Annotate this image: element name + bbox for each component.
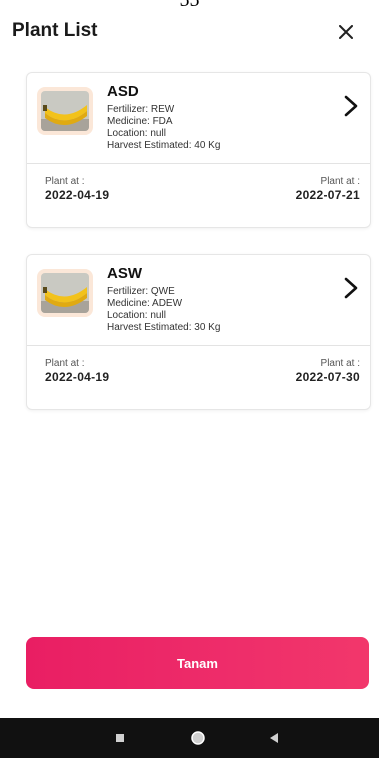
plant-at-label: Plant at : [320, 176, 360, 187]
plant-harvest: Harvest Estimated: 40 Kg [107, 140, 221, 151]
plant-at-date: 2022-04-19 [45, 188, 110, 202]
plant-at-label: Plant at : [320, 358, 360, 369]
divider [27, 345, 370, 346]
plant-at-date: 2022-07-21 [295, 188, 360, 202]
close-icon [339, 25, 353, 39]
banana-image [41, 91, 89, 131]
close-button[interactable] [335, 20, 357, 44]
header: Plant List [0, 20, 379, 46]
plant-fertilizer: Fertilizer: REW [107, 104, 175, 115]
plant-at-label: Plant at : [45, 176, 85, 187]
plant-location: Location: null [107, 128, 166, 139]
banana-image [41, 273, 89, 313]
plant-at-date: 2022-07-30 [295, 370, 360, 384]
back-button[interactable] [254, 718, 294, 758]
plant-harvest: Harvest Estimated: 30 Kg [107, 322, 221, 333]
chevron-right-icon [344, 95, 358, 117]
tanam-button[interactable]: Tanam [26, 637, 369, 689]
chevron-right-icon [344, 277, 358, 299]
plant-card[interactable]: ASW Fertilizer: QWE Medicine: ADEW Locat… [26, 254, 371, 410]
recents-square-icon [116, 734, 124, 742]
plant-at-date: 2022-04-19 [45, 370, 110, 384]
home-circle-icon [191, 731, 205, 745]
divider [27, 163, 370, 164]
plant-thumbnail [37, 269, 93, 317]
plant-at-label: Plant at : [45, 358, 85, 369]
open-detail-button[interactable] [342, 93, 360, 119]
open-detail-button[interactable] [342, 275, 360, 301]
recents-button[interactable] [100, 718, 140, 758]
plant-name: ASW [107, 265, 142, 282]
plant-medicine: Medicine: ADEW [107, 298, 183, 309]
plant-fertilizer: Fertilizer: QWE [107, 286, 175, 297]
plant-medicine: Medicine: FDA [107, 116, 173, 127]
page-number: 55 [179, 0, 200, 11]
plant-name: ASD [107, 83, 139, 100]
plant-card[interactable]: ASD Fertilizer: REW Medicine: FDA Locati… [26, 72, 371, 228]
plant-location: Location: null [107, 310, 166, 321]
plant-thumbnail [37, 87, 93, 135]
system-navbar [0, 718, 379, 758]
home-button[interactable] [178, 718, 218, 758]
page-title: Plant List [12, 20, 98, 41]
back-triangle-icon [270, 733, 278, 743]
